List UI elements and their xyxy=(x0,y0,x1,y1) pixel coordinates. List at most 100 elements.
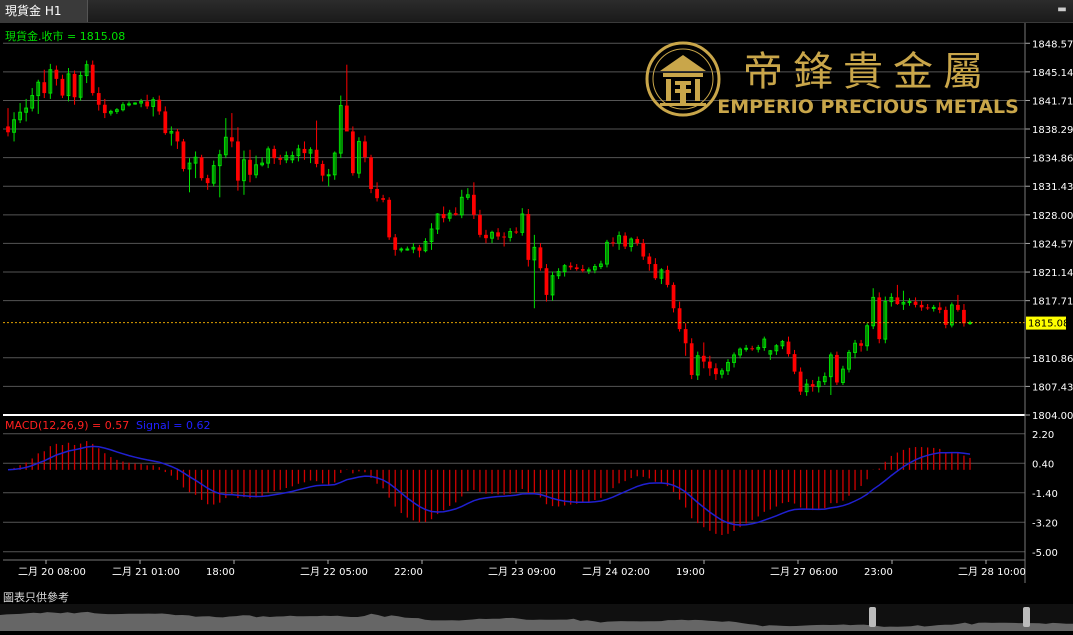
candle-body xyxy=(580,269,585,271)
candle-body xyxy=(278,158,283,160)
time-tick-label: 19:00 xyxy=(676,567,705,578)
last-price-label: 1815.08 xyxy=(1028,319,1069,330)
candle-body xyxy=(907,301,912,304)
time-tick-label: 二月 22 05:00 xyxy=(300,566,368,578)
range-end-handle[interactable] xyxy=(1023,607,1030,627)
candle-body xyxy=(653,264,658,279)
price-tick-label: 1821.14 xyxy=(1032,268,1073,279)
candle-body xyxy=(6,126,10,133)
candle-body xyxy=(835,354,839,383)
time-tick-label: 二月 20 08:00 xyxy=(18,566,86,578)
candle-body xyxy=(647,256,652,265)
candle-body xyxy=(484,234,488,239)
candle-body xyxy=(707,361,712,369)
macd-histogram xyxy=(13,441,971,535)
time-tick-label: 二月 23 09:00 xyxy=(488,566,556,578)
range-start-handle[interactable] xyxy=(869,607,876,627)
macd-tick-label: -1.40 xyxy=(1032,489,1058,500)
time-tick-label: 二月 21 01:00 xyxy=(112,566,180,578)
price-tick-label: 1845.14 xyxy=(1032,68,1073,79)
candle-body xyxy=(157,99,162,112)
disclaimer-note: 圖表只供參考 xyxy=(3,591,69,604)
candle-body xyxy=(60,78,65,96)
candle-body xyxy=(350,131,355,174)
candle-body xyxy=(417,247,422,251)
time-axis: 二月 20 08:00 二月 21 01:00 18:00 二月 22 05:00 22… xyxy=(18,560,1026,578)
signal-line xyxy=(7,445,971,526)
candle-body xyxy=(750,348,755,350)
candle-body xyxy=(205,178,210,184)
candle-body xyxy=(526,213,531,260)
macd-axis: 2.20 0.40 -1.40 -3.20 -5.00 xyxy=(1032,430,1058,559)
candle-body xyxy=(381,198,385,200)
candle-body xyxy=(641,243,646,257)
candle-body xyxy=(913,301,918,305)
candle-body xyxy=(786,341,791,355)
tab-bar: 現貨金 H1 ▬ xyxy=(0,0,1073,23)
candle-body xyxy=(399,248,404,251)
price-axis: 1848.57 1845.14 1841.71 1838.29 1834.86 1831.… xyxy=(1025,39,1073,422)
candle-body xyxy=(441,213,446,219)
candle-body xyxy=(175,131,180,142)
price-tick-label: 1824.57 xyxy=(1032,239,1073,250)
candle-body xyxy=(72,73,77,98)
candle-body xyxy=(859,343,863,346)
candle-body xyxy=(453,213,458,215)
candle-body xyxy=(665,269,670,285)
company-logo: 帝鋒貴金屬 EMPERIO PRECIOUS METALS xyxy=(645,41,1019,118)
price-tick-label: 1841.71 xyxy=(1032,96,1073,107)
candle-body xyxy=(54,69,59,79)
time-tick-label: 18:00 xyxy=(206,567,235,578)
candle-body xyxy=(683,329,688,344)
candle-body xyxy=(363,141,367,158)
candle-body xyxy=(877,297,882,340)
candle-body xyxy=(956,304,960,310)
price-tick-label: 1834.86 xyxy=(1032,154,1073,165)
candle-body xyxy=(925,307,930,309)
overview-scrollbar[interactable] xyxy=(0,604,1073,631)
symbol-label: 現貨金.收市 = 1815.08 xyxy=(5,29,125,43)
time-tick-label: 二月 27 06:00 xyxy=(770,566,838,578)
candle-body xyxy=(895,297,900,305)
candle-body xyxy=(635,239,640,244)
candle-body xyxy=(574,267,579,270)
time-tick-label: 二月 28 10:00 xyxy=(958,566,1026,578)
macd-tick-label: 0.40 xyxy=(1032,459,1054,470)
time-tick-label: 二月 24 02:00 xyxy=(582,566,650,578)
collapse-icon[interactable]: ▬ xyxy=(1055,3,1069,17)
price-tick-label: 1810.86 xyxy=(1032,354,1073,365)
candle-body xyxy=(229,137,234,142)
price-tick-label: 1804.00 xyxy=(1032,411,1073,422)
candle-body xyxy=(568,265,573,268)
candle-body xyxy=(90,64,95,94)
candle-body xyxy=(792,354,797,372)
candle-body xyxy=(478,214,482,235)
macd-label: MACD(12,26,9) = 0.57 xyxy=(5,419,129,432)
candle-body xyxy=(127,103,131,106)
candle-body xyxy=(919,304,924,308)
candle-body xyxy=(968,322,972,325)
candle-body xyxy=(689,343,694,375)
candle-body xyxy=(538,247,543,269)
candle-body xyxy=(199,157,204,179)
candle-body xyxy=(502,236,507,238)
candle-body xyxy=(42,82,47,94)
logo-english-text: EMPERIO PRECIOUS METALS xyxy=(717,96,1019,118)
logo-emblem-icon xyxy=(660,55,706,106)
candle-body xyxy=(102,104,107,114)
candle-body xyxy=(393,237,398,250)
chart-tab[interactable]: 現貨金 H1 xyxy=(0,0,88,22)
candle-body xyxy=(937,307,942,310)
candle-body xyxy=(931,306,936,309)
time-tick-label: 22:00 xyxy=(394,567,423,578)
candle-body xyxy=(714,368,718,375)
candle-body xyxy=(677,308,682,330)
candle-body xyxy=(248,159,252,175)
candle-body xyxy=(405,248,410,251)
candle-body xyxy=(514,231,519,233)
candle-body xyxy=(302,148,307,154)
candle-body xyxy=(586,269,591,272)
candle-body xyxy=(623,235,628,247)
price-chart[interactable]: 1848.57 1845.14 1841.71 1838.29 1834.86 1831.… xyxy=(0,23,1073,604)
overview-navigator[interactable] xyxy=(0,604,1073,631)
